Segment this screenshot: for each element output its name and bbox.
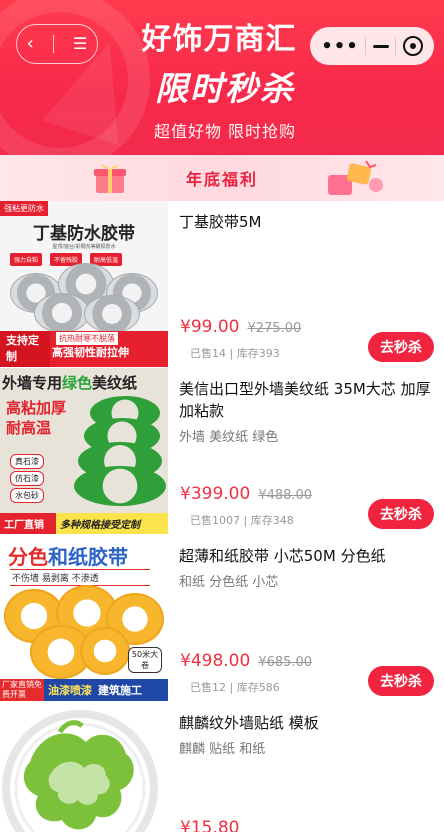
- product-image[interactable]: 强粘更防水 丁基防水胶带 屋顶/窗台/彩钢瓦等破损防水 强力自粘 不留残胶 耐高…: [0, 201, 168, 367]
- image-bottom-bar: 厂家直销免费开票 油漆喷漆 建筑施工: [0, 679, 168, 701]
- image-small-text: 屋顶/窗台/彩钢瓦等破损防水: [52, 244, 116, 250]
- image-corner-tag: 强粘更防水: [0, 201, 48, 216]
- original-price: ¥488.00: [258, 488, 313, 503]
- capsule-divider: [395, 37, 397, 55]
- capsule-divider: [365, 37, 367, 55]
- product-info: 麒麟纹外墙贴纸 模板 麒麟 贴纸 和纸: [179, 712, 437, 757]
- product-name[interactable]: 美信出口型外墙美纹纸 35M大芯 加厚加粘款: [179, 378, 437, 422]
- product-image[interactable]: 外墙专用绿色美纹纸 高粘加厚 耐高温 真石漆 仿石漆 水包砂 工厂直销 多种规格…: [0, 368, 168, 534]
- sold-stock-info: 已售12 | 库存586: [190, 681, 280, 694]
- product-tags: 麒麟 贴纸 和纸: [179, 742, 266, 757]
- price-row: ¥399.00 ¥488.00: [180, 484, 312, 504]
- image-headline: 丁基防水胶带: [33, 224, 135, 244]
- image-headline-green: 绿色: [62, 374, 93, 392]
- product-item[interactable]: 麒麟纹外墙贴纸 模板 麒麟 贴纸 和纸 ¥15.80: [0, 702, 444, 832]
- product-info: 超薄和纸胶带 小芯50M 分色纸 和纸 分色纸 小芯: [179, 545, 437, 590]
- image-headline-part: 和纸胶带: [48, 545, 128, 569]
- hamburger-icon[interactable]: ☰: [73, 36, 87, 52]
- product-info: 美信出口型外墙美纹纸 35M大芯 加厚加粘款 外墙 美纹纸 绿色: [179, 378, 437, 445]
- product-item[interactable]: 外墙专用绿色美纹纸 高粘加厚 耐高温 真石漆 仿石漆 水包砂 工厂直销 多种规格…: [0, 368, 444, 535]
- image-bottom-right: 多种规格接受定制: [60, 520, 140, 531]
- original-price: ¥685.00: [258, 655, 313, 670]
- image-chip: 强力自粘: [10, 253, 43, 266]
- product-tags: 和纸 分色纸 小芯: [179, 575, 279, 590]
- header-banner: ‹ ☰ 好饰万商汇 限时秒杀 超值好物 限时抢购 •••: [0, 0, 444, 155]
- image-bottom-right: 建筑施工: [98, 684, 142, 697]
- image-feature: 高粘加厚: [6, 399, 67, 417]
- product-name[interactable]: 超薄和纸胶带 小芯50M 分色纸: [179, 545, 437, 567]
- tape-roll: [80, 627, 130, 675]
- flash-buy-button[interactable]: 去秒杀: [368, 666, 434, 696]
- gift-pile-icon: [328, 160, 383, 195]
- price-row: ¥498.00 ¥685.00: [180, 651, 312, 671]
- image-headline-part: 美纹纸: [92, 374, 138, 392]
- original-price: ¥275.00: [247, 321, 302, 336]
- image-bottom-left: 厂家直销免费开票: [0, 679, 44, 701]
- flash-sale-title: 限时秒杀: [155, 69, 295, 108]
- year-end-benefit-strip: 年底福利: [0, 155, 444, 201]
- minimize-icon[interactable]: [372, 44, 389, 48]
- product-info: 丁基胶带5M: [179, 211, 437, 233]
- sale-price: ¥15.80: [180, 818, 240, 832]
- image-bottom-right: 高强韧性耐拉伸: [52, 346, 129, 359]
- image-label: 水包砂: [10, 488, 44, 503]
- qilin-pattern-image: [2, 710, 158, 832]
- sold-stock-info: 已售14 | 库存393: [190, 347, 280, 360]
- image-headline: 分色和纸胶带: [8, 541, 128, 570]
- image-headline-part: 外墙专用: [2, 374, 63, 392]
- more-dots-icon[interactable]: •••: [321, 36, 359, 57]
- flash-buy-button[interactable]: 去秒杀: [368, 499, 434, 529]
- tape-roll: [74, 466, 166, 506]
- flash-sale-tagline: 超值好物 限时抢购: [153, 122, 297, 141]
- image-bottom-left: 工厂直销: [0, 513, 56, 534]
- gift-box-icon: [94, 164, 126, 193]
- image-headline: 外墙专用绿色美纹纸: [2, 372, 168, 393]
- price-row: ¥15.80: [180, 818, 239, 832]
- sale-price: ¥399.00: [180, 484, 251, 504]
- tape-roll: [84, 295, 140, 333]
- image-badge: 50米大卷: [128, 647, 162, 673]
- nav-divider: [52, 35, 54, 53]
- green-tape-rolls: [70, 396, 168, 506]
- nav-pill: ‹ ☰: [16, 24, 98, 64]
- product-image[interactable]: 分色和纸胶带 不伤墙 易剥离 不渗透 50米大卷 厂家直销免费开票 油漆喷漆 建…: [0, 535, 168, 701]
- chevron-left-icon[interactable]: ‹: [27, 35, 34, 53]
- tape-roll: [34, 293, 90, 333]
- product-name[interactable]: 麒麟纹外墙贴纸 模板: [179, 712, 437, 734]
- image-sub: 不伤墙 易剥离 不渗透: [10, 569, 150, 586]
- product-item[interactable]: 强粘更防水 丁基防水胶带 屋顶/窗台/彩钢瓦等破损防水 强力自粘 不留残胶 耐高…: [0, 201, 444, 368]
- image-features: 高粘加厚 耐高温: [6, 398, 66, 438]
- image-bottom-left: 支持定制: [0, 331, 50, 367]
- flash-buy-button[interactable]: 去秒杀: [368, 332, 434, 362]
- strip-title: 年底福利: [185, 170, 258, 189]
- mini-program-capsule: •••: [310, 27, 434, 65]
- image-chips: 强力自粘 不留残胶 耐高低温: [10, 253, 123, 266]
- image-label: 仿石漆: [10, 471, 44, 486]
- image-headline-part: 分色: [8, 545, 48, 569]
- product-item[interactable]: 分色和纸胶带 不伤墙 易剥离 不渗透 50米大卷 厂家直销免费开票 油漆喷漆 建…: [0, 535, 444, 702]
- image-feature: 耐高温: [6, 419, 52, 437]
- sale-price: ¥99.00: [180, 317, 240, 337]
- app-title: 好饰万商汇: [141, 22, 297, 57]
- sold-stock-info: 已售1007 | 库存348: [190, 514, 294, 527]
- image-bottom-bar: 工厂直销 多种规格接受定制: [0, 513, 168, 534]
- target-close-icon[interactable]: [402, 36, 423, 56]
- sale-price: ¥498.00: [180, 651, 251, 671]
- product-list: 强粘更防水 丁基防水胶带 屋顶/窗台/彩钢瓦等破损防水 强力自粘 不留残胶 耐高…: [0, 201, 444, 832]
- product-name[interactable]: 丁基胶带5M: [179, 211, 437, 233]
- price-row: ¥99.00 ¥275.00: [180, 317, 301, 337]
- product-image[interactable]: [0, 702, 168, 832]
- image-label: 真石漆: [10, 454, 44, 469]
- product-tags: 外墙 美纹纸 绿色: [179, 430, 279, 445]
- image-bottom-mid: 油漆喷漆: [48, 684, 92, 697]
